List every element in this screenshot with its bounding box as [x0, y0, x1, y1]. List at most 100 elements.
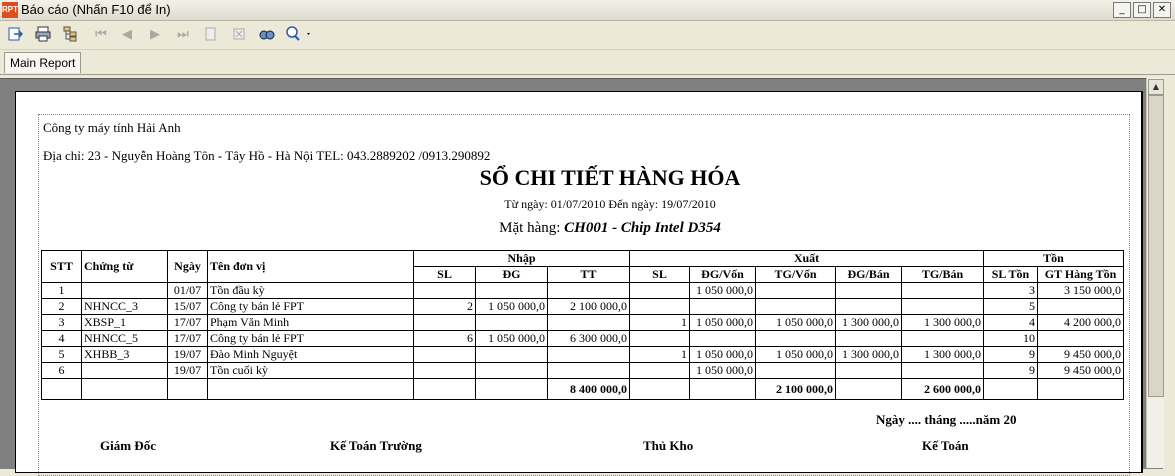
cell-nsl [413, 282, 476, 299]
tab-strip: Main Report [0, 50, 1175, 75]
item-value: CH001 - Chip Intel D354 [564, 220, 721, 236]
app-icon: RPT [2, 2, 18, 18]
cell-ntt: 2 100 000,0 [547, 298, 630, 315]
scroll-thumb[interactable] [1148, 95, 1164, 397]
item-line: Mặt hàng: CH001 - Chip Intel D354 [0, 220, 1175, 237]
cell-xdgb [835, 282, 902, 299]
company-address: Địa chỉ: 23 - Nguyễn Hoàng Tôn - Tây Hồ … [43, 148, 491, 163]
cell-ntt [547, 346, 630, 363]
cell-xsl: 1 [629, 346, 690, 363]
total-xuat-tgvon: 2 100 000,0 [755, 378, 836, 400]
col-ten-don-vi: Tên đơn vị [207, 250, 414, 283]
cell-stt: 4 [41, 330, 82, 347]
cell-stt: 1 [41, 282, 82, 299]
col-xuat-dgban: ĐG/Bán [835, 266, 902, 283]
cell-xdgv [689, 298, 756, 315]
vertical-scrollbar[interactable]: ▲ [1146, 78, 1164, 468]
signer-chief-accountant: Kế Toán Trường [330, 438, 422, 453]
date-range: Từ ngày: 01/07/2010 Đến ngày: 19/07/2010 [504, 197, 716, 211]
cell-xsl [629, 330, 690, 347]
next-page-icon[interactable]: ▶ [146, 26, 164, 44]
cell-stt: 5 [41, 346, 82, 363]
cell-xtgv: 1 050 000,0 [755, 314, 836, 331]
print-icon[interactable] [34, 26, 52, 44]
cell-xdgv: 1 050 000,0 [689, 282, 756, 299]
cell-nsl [413, 362, 476, 379]
table-row: 2 NHNCC_3 15/07 Công ty bán lẻ FPT 2 1 050 00… [41, 298, 1124, 315]
col-stt: STT [41, 250, 82, 283]
export-icon[interactable] [6, 26, 24, 44]
cell-tsl: 9 [983, 346, 1038, 363]
table-row: 4 NHNCC_5 17/07 Công ty bán lẻ FPT 6 1 050 00… [41, 330, 1124, 347]
col-ton-gt: GT Hàng Tồn [1037, 266, 1124, 283]
company-name: Công ty máy tính Hải Anh [43, 120, 181, 135]
total-nhap-tt: 8 400 000,0 [547, 378, 630, 400]
item-label: Mặt hàng: [499, 220, 565, 236]
cell-nsl: 2 [413, 298, 476, 315]
cell-xtgb [901, 298, 984, 315]
title-bar: RPT Báo cáo (Nhấn F10 để In) _ □ ✕ [0, 0, 1175, 21]
cell-tgt: 9 450 000,0 [1037, 362, 1124, 379]
cell-stt: 6 [41, 362, 82, 379]
maximize-button[interactable]: □ [1133, 2, 1151, 18]
cell-tgt [1037, 330, 1124, 347]
cell-tsl: 9 [983, 362, 1038, 379]
header-row-1: STT Chứng từ Ngày Tên đơn vị Nhập Xuất T… [41, 250, 1124, 283]
table-row: 5 XHBB_3 19/07 Đào Minh Nguyệt 1 1 050 000,0 1… [41, 346, 1124, 363]
cell-xtgb [901, 362, 984, 379]
total-xuat-tgban: 2 600 000,0 [901, 378, 984, 400]
cell-tgt [1037, 298, 1124, 315]
cell-tsl: 4 [983, 314, 1038, 331]
col-xuat-tgban: TG/Bán [901, 266, 984, 283]
tab-main-report[interactable]: Main Report [4, 52, 82, 73]
search-icon[interactable] [258, 26, 276, 44]
stop-icon[interactable] [230, 26, 248, 44]
group-tree-icon[interactable] [62, 26, 80, 44]
cell-ndg [475, 314, 548, 331]
col-chung-tu: Chứng từ [81, 250, 168, 283]
cell-nsl [413, 314, 476, 331]
first-page-icon[interactable]: ⏮ [92, 26, 110, 44]
cell-xtgv [755, 362, 836, 379]
cell-ct: NHNCC_3 [81, 298, 168, 315]
cell-ntt [547, 282, 630, 299]
cell-ngay: 15/07 [167, 298, 208, 315]
cell-stt: 2 [41, 298, 82, 315]
window-title: Báo cáo (Nhấn F10 để In) [21, 2, 171, 17]
prev-page-icon[interactable]: ◀ [118, 26, 136, 44]
signer-accountant: Kế Toán [922, 438, 969, 453]
cell-xsl [629, 362, 690, 379]
last-page-icon[interactable]: ⏭ [174, 26, 192, 44]
col-ton: Tồn [983, 250, 1124, 267]
table-row: 6 19/07 Tồn cuối kỳ 1 050 000,0 9 9 450 000,0 [41, 362, 1124, 379]
cell-tgt: 3 150 000,0 [1037, 282, 1124, 299]
cell-ntt [547, 314, 630, 331]
cell-xsl [629, 298, 690, 315]
cell-xdgv: 1 050 000,0 [689, 362, 756, 379]
col-nhap: Nhập [413, 250, 630, 267]
col-xuat-tgvon: TG/Vốn [755, 266, 836, 283]
cell-ngay: 19/07 [167, 346, 208, 363]
cell-ngay: 01/07 [167, 282, 208, 299]
cell-xsl [629, 282, 690, 299]
ledger-table: STT Chứng từ Ngày Tên đơn vị Nhập Xuất T… [41, 250, 1124, 400]
signer-director: Giám Đốc [100, 438, 156, 453]
cell-ngay: 17/07 [167, 314, 208, 331]
cell-tsl: 10 [983, 330, 1038, 347]
cell-xtgv: 1 050 000,0 [755, 346, 836, 363]
close-button[interactable]: ✕ [1153, 2, 1171, 18]
cell-ngay: 19/07 [167, 362, 208, 379]
cell-ten: Tồn cuối kỳ [207, 362, 414, 379]
cell-xdgb: 1 300 000,0 [835, 314, 902, 331]
zoom-icon[interactable] [284, 26, 314, 44]
minimize-button[interactable]: _ [1113, 2, 1131, 18]
cell-ntt [547, 362, 630, 379]
totals-row: 8 400 000,0 2 100 000,0 2 600 000,0 [41, 378, 1124, 400]
cell-xdgb [835, 330, 902, 347]
goto-page-icon[interactable] [202, 26, 220, 44]
col-nhap-sl: SL [413, 266, 476, 283]
scroll-up-icon[interactable]: ▲ [1148, 79, 1164, 95]
cell-ten: Công ty bán lẻ FPT [207, 298, 414, 315]
table-row: 1 01/07 Tồn đầu kỳ 1 050 000,0 3 3 150 000,0 [41, 282, 1124, 299]
cell-ndg [475, 346, 548, 363]
